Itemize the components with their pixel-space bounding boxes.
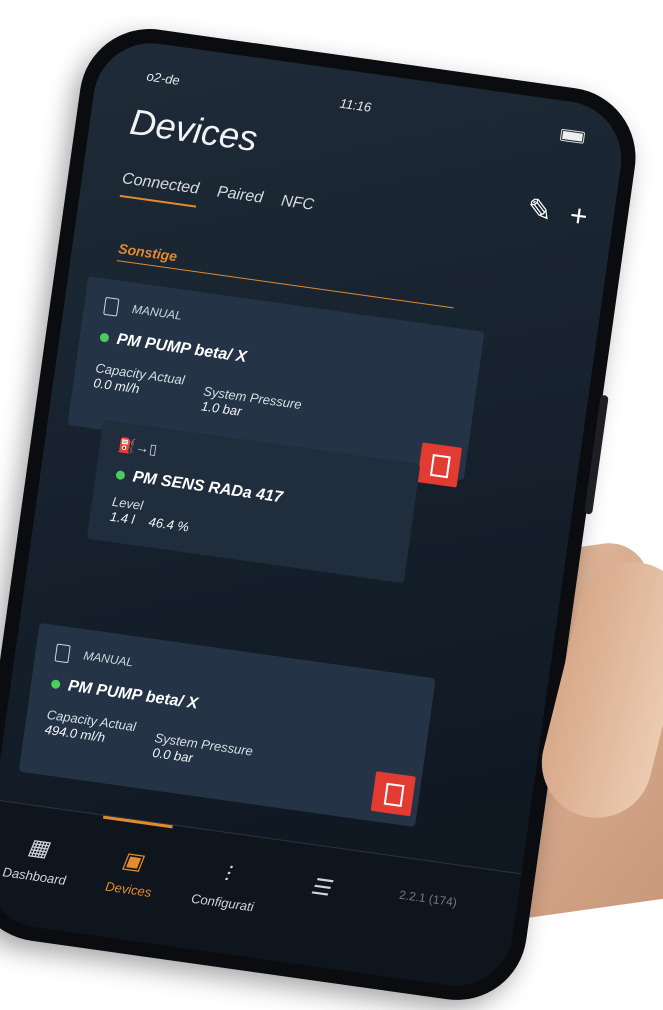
nav-menu[interactable]: ☰ xyxy=(268,868,372,916)
tab-bar: Connected Paired NFC xyxy=(119,170,329,217)
device-icon: ▣ xyxy=(120,846,145,875)
carrier-label: o2-de xyxy=(145,68,181,88)
device-icon xyxy=(103,296,120,317)
device-name: PM PUMP beta/ X xyxy=(99,329,248,367)
status-dot xyxy=(99,332,110,343)
status-dot xyxy=(115,470,126,481)
pressure: System Pressure 1.0 bar xyxy=(200,383,303,419)
stop-button[interactable] xyxy=(416,442,463,488)
mode-label: MANUAL xyxy=(103,296,183,326)
pencil-icon[interactable]: ✎ xyxy=(525,193,554,229)
dashboard-icon: ▦ xyxy=(26,833,51,862)
nav-devices[interactable]: ▣ Devices xyxy=(78,841,184,903)
phone-screen: o2-de 11:16 Devices ✎ + Connected Paired … xyxy=(0,35,629,994)
plus-icon[interactable]: + xyxy=(568,199,590,234)
device-card[interactable]: MANUAL PM PUMP beta/ X Capacity Actual 49… xyxy=(18,622,436,828)
capacity: Capacity Actual 494.0 ml/h xyxy=(43,706,137,745)
status-dot xyxy=(50,679,61,690)
nav-configuration[interactable]: ⫶ Configurati xyxy=(172,854,278,916)
menu-icon: ☰ xyxy=(309,873,333,901)
battery-icon xyxy=(559,128,586,144)
level: Level 1.4 l 46.4 % xyxy=(109,493,190,535)
device-icon xyxy=(54,643,71,664)
capacity: Capacity Actual 0.0 ml/h xyxy=(92,360,186,397)
nav-dashboard[interactable]: ▦ Dashboard xyxy=(0,828,90,890)
bottom-nav: ▦ Dashboard ▣ Devices ⫶ Configurati ☰ 2.2.1… xyxy=(0,799,522,994)
clock: 11:16 xyxy=(338,95,373,115)
header-actions: ✎ + xyxy=(507,189,590,235)
stop-button[interactable] xyxy=(370,771,416,817)
version-label: 2.2.1 (174) xyxy=(398,887,458,910)
sliders-icon: ⫶ xyxy=(222,861,231,887)
mode-label: MANUAL xyxy=(54,643,134,672)
page-title: Devices xyxy=(127,100,260,160)
device-name: PM PUMP beta/ X xyxy=(50,675,199,713)
tab-connected[interactable]: Connected xyxy=(119,170,201,208)
tab-nfc[interactable]: NFC xyxy=(280,192,315,213)
tab-paired[interactable]: Paired xyxy=(216,183,264,206)
sensor-link-icon: ⛽→▯ xyxy=(117,436,159,458)
pressure: System Pressure 0.0 bar xyxy=(151,730,254,766)
